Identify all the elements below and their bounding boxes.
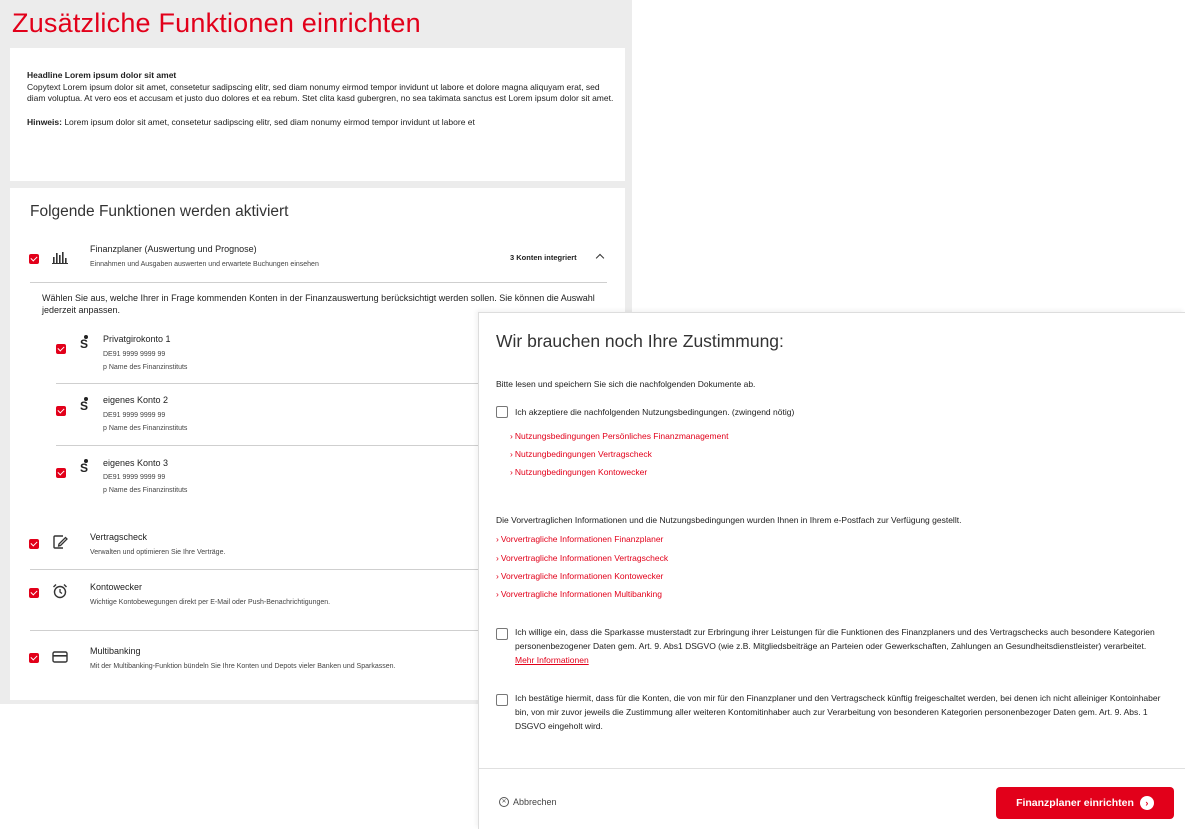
- divider: [56, 383, 480, 384]
- account-iban: DE91 9999 9999 99: [103, 412, 166, 419]
- cancel-button[interactable]: ✕ Abbrechen: [499, 797, 557, 807]
- sparkasse-icon: S: [80, 397, 89, 413]
- account-checkbox[interactable]: [56, 406, 66, 416]
- dsgvo-checkbox-label: Ich willige ein, dass die Sparkasse must…: [515, 625, 1165, 667]
- link-label: Nutzungsbedingungen Persönliches Finanzm…: [514, 431, 729, 441]
- chevron-right-icon: ›: [496, 589, 499, 599]
- account-bank: p Name des Finanzinstituts: [103, 425, 188, 432]
- submit-label: Finanzplaner einrichten: [1016, 797, 1134, 809]
- link-label: Vorvertragliche Informationen Finanzplan…: [500, 534, 664, 544]
- vertragscheck-subtitle: Verwalten und optimieren Sie Ihre Verträ…: [90, 549, 226, 556]
- account-name: eigenes Konto 2: [103, 395, 169, 405]
- terms-link-vertragscheck[interactable]: › Nutzungbedingungen Vertragscheck: [510, 449, 652, 460]
- precontract-text: Die Vorvertraglichen Informationen und d…: [496, 515, 962, 525]
- credit-card-icon: [52, 651, 68, 663]
- link-label: Vorvertragliche Informationen Kontowecke…: [500, 571, 664, 581]
- intro-headline: Headline Lorem ipsum dolor sit amet: [27, 70, 177, 80]
- link-label: Vorvertragliche Informationen Vertragsch…: [500, 553, 669, 563]
- chevron-right-icon: ›: [496, 534, 499, 544]
- consent-intro: Bitte lesen und speichern Sie sich die n…: [496, 379, 756, 389]
- divider: [30, 569, 480, 570]
- kontowecker-checkbox[interactable]: [29, 588, 39, 598]
- submit-button[interactable]: Finanzplaner einrichten ›: [996, 787, 1174, 819]
- chevron-right-icon: ›: [510, 431, 513, 441]
- close-icon: ✕: [499, 797, 509, 807]
- account-name: eigenes Konto 3: [103, 458, 169, 468]
- account-checkbox[interactable]: [56, 468, 66, 478]
- dialog-footer: ✕ Abbrechen Finanzplaner einrichten ›: [479, 769, 1185, 829]
- intro-copy: Copytext Lorem ipsum dolor sit amet, con…: [27, 81, 614, 104]
- link-label: Nutzungbedingungen Kontowecker: [514, 467, 648, 477]
- page-title: Zusätzliche Funktionen einrichten: [12, 8, 421, 38]
- divider: [30, 630, 480, 631]
- terms-link-kontowecker[interactable]: › Nutzungbedingungen Kontowecker: [510, 467, 647, 478]
- alarm-clock-icon: [53, 584, 67, 599]
- bar-chart-icon: [52, 252, 68, 264]
- consent-dialog: Wir brauchen noch Ihre Zustimmung: Bitte…: [478, 312, 1185, 829]
- precontract-link-finanzplaner[interactable]: › Vorvertragliche Informationen Finanzpla…: [496, 534, 663, 545]
- kontowecker-title: Kontowecker: [90, 582, 143, 592]
- dsgvo-checkbox[interactable]: [496, 628, 508, 640]
- chevron-right-icon: ›: [496, 553, 499, 563]
- hint-text: Lorem ipsum dolor sit amet, consetetur s…: [61, 116, 475, 127]
- co-owner-checkbox-label: Ich bestätige hiermit, dass für die Kont…: [515, 693, 1161, 731]
- accounts-integrated-status[interactable]: 3 Konten integriert: [510, 253, 577, 262]
- functions-title: Folgende Funktionen werden aktiviert: [30, 203, 289, 220]
- co-owner-checkbox[interactable]: [496, 694, 508, 706]
- account-iban: DE91 9999 9999 99: [103, 351, 166, 358]
- more-info-link[interactable]: Mehr Informationen: [515, 655, 589, 665]
- dsgvo-text: Ich willige ein, dass die Sparkasse must…: [515, 627, 1155, 651]
- vertragscheck-checkbox[interactable]: [29, 539, 39, 549]
- arrow-right-icon: ›: [1139, 796, 1154, 810]
- account-name: Privatgirokonto 1: [103, 334, 171, 344]
- vertragscheck-title: Vertragscheck: [90, 532, 148, 542]
- link-label: Nutzungbedingungen Vertragscheck: [514, 449, 652, 459]
- multibanking-title: Multibanking: [90, 646, 141, 656]
- divider: [30, 282, 607, 283]
- kontowecker-subtitle: Wichtige Kontobewegungen direkt per E-Ma…: [90, 599, 331, 606]
- contract-edit-icon: [53, 535, 68, 549]
- terms-checkbox-label: Ich akzeptiere die nachfolgenden Nutzung…: [515, 407, 795, 417]
- divider: [56, 445, 480, 446]
- terms-link-pfm[interactable]: › Nutzungsbedingungen Persönliches Finanz…: [510, 431, 728, 442]
- sparkasse-icon: S: [80, 459, 89, 475]
- precontract-link-kontowecker[interactable]: › Vorvertragliche Informationen Kontoweck…: [496, 571, 663, 582]
- intro-card: Headline Lorem ipsum dolor sit amet Copy…: [10, 48, 625, 181]
- account-bank: p Name des Finanzinstituts: [103, 487, 188, 494]
- finanzplaner-checkbox[interactable]: [29, 254, 39, 264]
- hint-label: Hinweis:: [27, 116, 62, 127]
- chevron-right-icon: ›: [510, 449, 513, 459]
- terms-checkbox[interactable]: [496, 406, 508, 418]
- consent-title: Wir brauchen noch Ihre Zustimmung:: [496, 331, 784, 351]
- sparkasse-icon: S: [80, 335, 89, 351]
- finanzplaner-title: Finanzplaner (Auswertung und Prognose): [90, 244, 257, 254]
- account-checkbox[interactable]: [56, 344, 66, 354]
- chevron-up-icon[interactable]: [595, 253, 605, 263]
- finanzplaner-subtitle: Einnahmen und Ausgaben auswerten und erw…: [90, 261, 319, 268]
- link-label: Vorvertragliche Informationen Multibanki…: [500, 589, 662, 599]
- chevron-right-icon: ›: [496, 571, 499, 581]
- cancel-label: Abbrechen: [513, 797, 557, 807]
- precontract-link-vertragscheck[interactable]: › Vorvertragliche Informationen Vertragsc…: [496, 553, 668, 564]
- precontract-link-multibanking[interactable]: › Vorvertragliche Informationen Multibank…: [496, 589, 662, 600]
- multibanking-subtitle: Mit der Multibanking-Funktion bündeln Si…: [90, 663, 396, 670]
- account-bank: p Name des Finanzinstituts: [103, 364, 188, 371]
- intro-hint: Hinweis: Lorem ipsum dolor sit amet, con…: [27, 117, 615, 129]
- account-iban: DE91 9999 9999 99: [103, 474, 166, 481]
- multibanking-checkbox[interactable]: [29, 653, 39, 663]
- chevron-right-icon: ›: [510, 467, 513, 477]
